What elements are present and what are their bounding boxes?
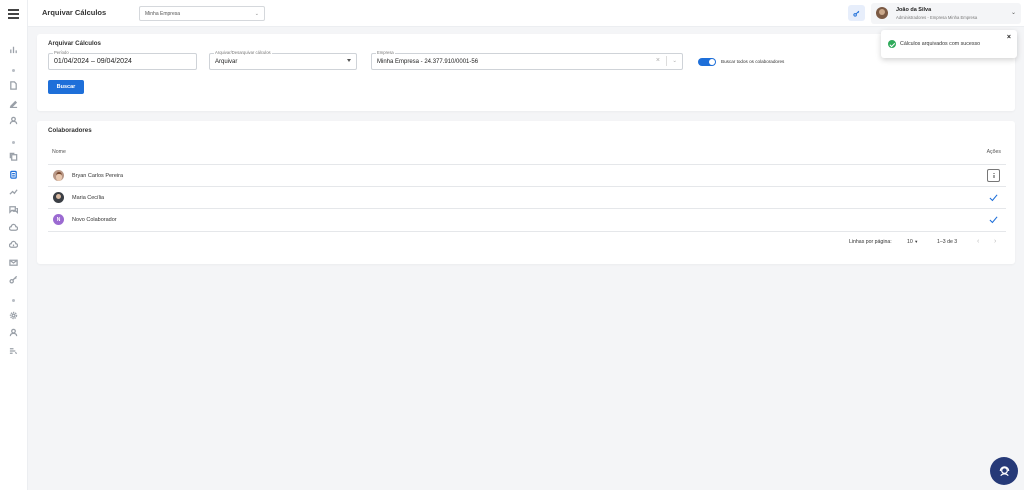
filter-card-title: Arquivar Cálculos	[48, 40, 101, 47]
company-field[interactable]: Empresa Minha Empresa - 24.377.910/0001-…	[371, 50, 683, 70]
employee-name: Bryan Carlos Pereira	[72, 173, 124, 179]
caret-down-icon	[347, 59, 351, 62]
sidebar-divider-dot	[12, 69, 15, 72]
employees-card-title: Colaboradores	[48, 127, 92, 134]
archive-action-label: Arquivar/Desarquivar cálculos	[214, 50, 272, 55]
user-menu[interactable]: João da Silva Administradores - Empresa …	[871, 3, 1021, 24]
company-select-value: Minha Empresa	[145, 11, 181, 17]
key-button[interactable]	[848, 5, 865, 21]
document-icon[interactable]	[8, 80, 19, 91]
chevron-down-icon: ⌄	[1010, 10, 1016, 16]
clear-icon[interactable]: ×	[656, 57, 660, 64]
chevron-down-icon: ⌄	[254, 11, 259, 17]
archive-action-value: Arquivar	[215, 59, 238, 65]
period-label: Período	[53, 50, 70, 55]
cloud-upload-icon[interactable]	[8, 239, 19, 250]
field-separator	[666, 56, 667, 66]
column-header-name: Nome	[52, 149, 66, 155]
check-circle-icon	[888, 40, 896, 48]
pagination-range: 1–3 de 3	[937, 239, 958, 245]
fetch-all-toggle[interactable]	[698, 58, 716, 66]
menu-icon[interactable]	[8, 9, 19, 19]
sidebar-divider-dot	[12, 299, 15, 302]
top-header: Arquivar Cálculos Minha Empresa ⌄ João d…	[28, 0, 1024, 27]
user-role: Administradores - Empresa Minha Empresa	[896, 15, 978, 20]
fetch-all-label: Buscar todos os colaboradores	[721, 59, 785, 64]
check-icon	[989, 216, 998, 224]
rows-per-page-select[interactable]: 10 ▼	[907, 239, 918, 245]
period-field[interactable]: Período 01/04/2024 – 09/04/2024	[48, 50, 197, 70]
table-row: Maria Cecília	[48, 187, 1006, 209]
caret-down-icon: ▼	[914, 239, 919, 244]
period-value: 01/04/2024 – 09/04/2024	[54, 57, 132, 65]
gear-icon[interactable]	[8, 310, 19, 321]
chart-icon[interactable]	[8, 44, 19, 55]
archive-action-select[interactable]: Arquivar/Desarquivar cálculos Arquivar	[209, 50, 357, 70]
report-icon[interactable]	[8, 345, 19, 356]
sidebar	[0, 0, 28, 490]
calculator-icon[interactable]	[8, 169, 19, 180]
pen-icon[interactable]	[8, 98, 19, 109]
key-icon	[853, 10, 860, 17]
company-select[interactable]: Minha Empresa ⌄	[139, 6, 265, 21]
table-row: N Novo Colaborador	[48, 209, 1006, 231]
trend-icon[interactable]	[8, 186, 19, 197]
company-label: Empresa	[376, 50, 395, 55]
employee-name: Novo Colaborador	[72, 217, 117, 223]
support-agent-icon	[999, 465, 1009, 476]
archive-row-button[interactable]	[987, 169, 1000, 182]
rows-per-page-label: Linhas por página:	[849, 239, 892, 245]
toast-message: Cálculos arquivados com sucesso	[900, 41, 981, 47]
copy-icon[interactable]	[8, 151, 19, 162]
column-header-actions: Ações	[986, 149, 1001, 155]
avatar: N	[53, 214, 64, 225]
avatar	[876, 7, 888, 19]
filter-card: Arquivar Cálculos Período 01/04/2024 – 0…	[37, 34, 1015, 111]
person-icon[interactable]	[8, 115, 19, 126]
help-button[interactable]	[990, 457, 1018, 485]
avatar	[53, 192, 64, 203]
table-row: Bryan Carlos Pereira	[48, 165, 1006, 187]
check-icon	[989, 194, 998, 202]
cloud-icon[interactable]	[8, 222, 19, 233]
mail-icon[interactable]	[8, 257, 19, 268]
employee-name: Maria Cecília	[72, 195, 105, 201]
success-toast: Cálculos arquivados com sucesso ×	[881, 30, 1017, 58]
info-icon	[993, 173, 994, 178]
chat-icon[interactable]	[8, 204, 19, 215]
chevron-down-icon[interactable]: ⌄	[672, 58, 677, 64]
avatar	[53, 170, 64, 181]
divider	[48, 231, 1006, 232]
search-button[interactable]: Buscar	[48, 80, 84, 94]
chevron-right-icon[interactable]: ›	[994, 238, 996, 245]
user-name: João da Silva	[896, 7, 932, 13]
rows-per-page-value: 10	[907, 239, 913, 245]
page-title: Arquivar Cálculos	[42, 8, 107, 17]
employees-card: Colaboradores Nome Ações Bryan Carlos Pe…	[37, 121, 1015, 264]
company-value: Minha Empresa - 24.377.910/0001-56	[377, 59, 479, 65]
sidebar-divider-dot	[12, 141, 15, 144]
close-icon[interactable]: ×	[1007, 34, 1011, 41]
key-icon[interactable]	[8, 274, 19, 285]
user-icon[interactable]	[8, 327, 19, 338]
chevron-left-icon[interactable]: ‹	[977, 238, 979, 245]
